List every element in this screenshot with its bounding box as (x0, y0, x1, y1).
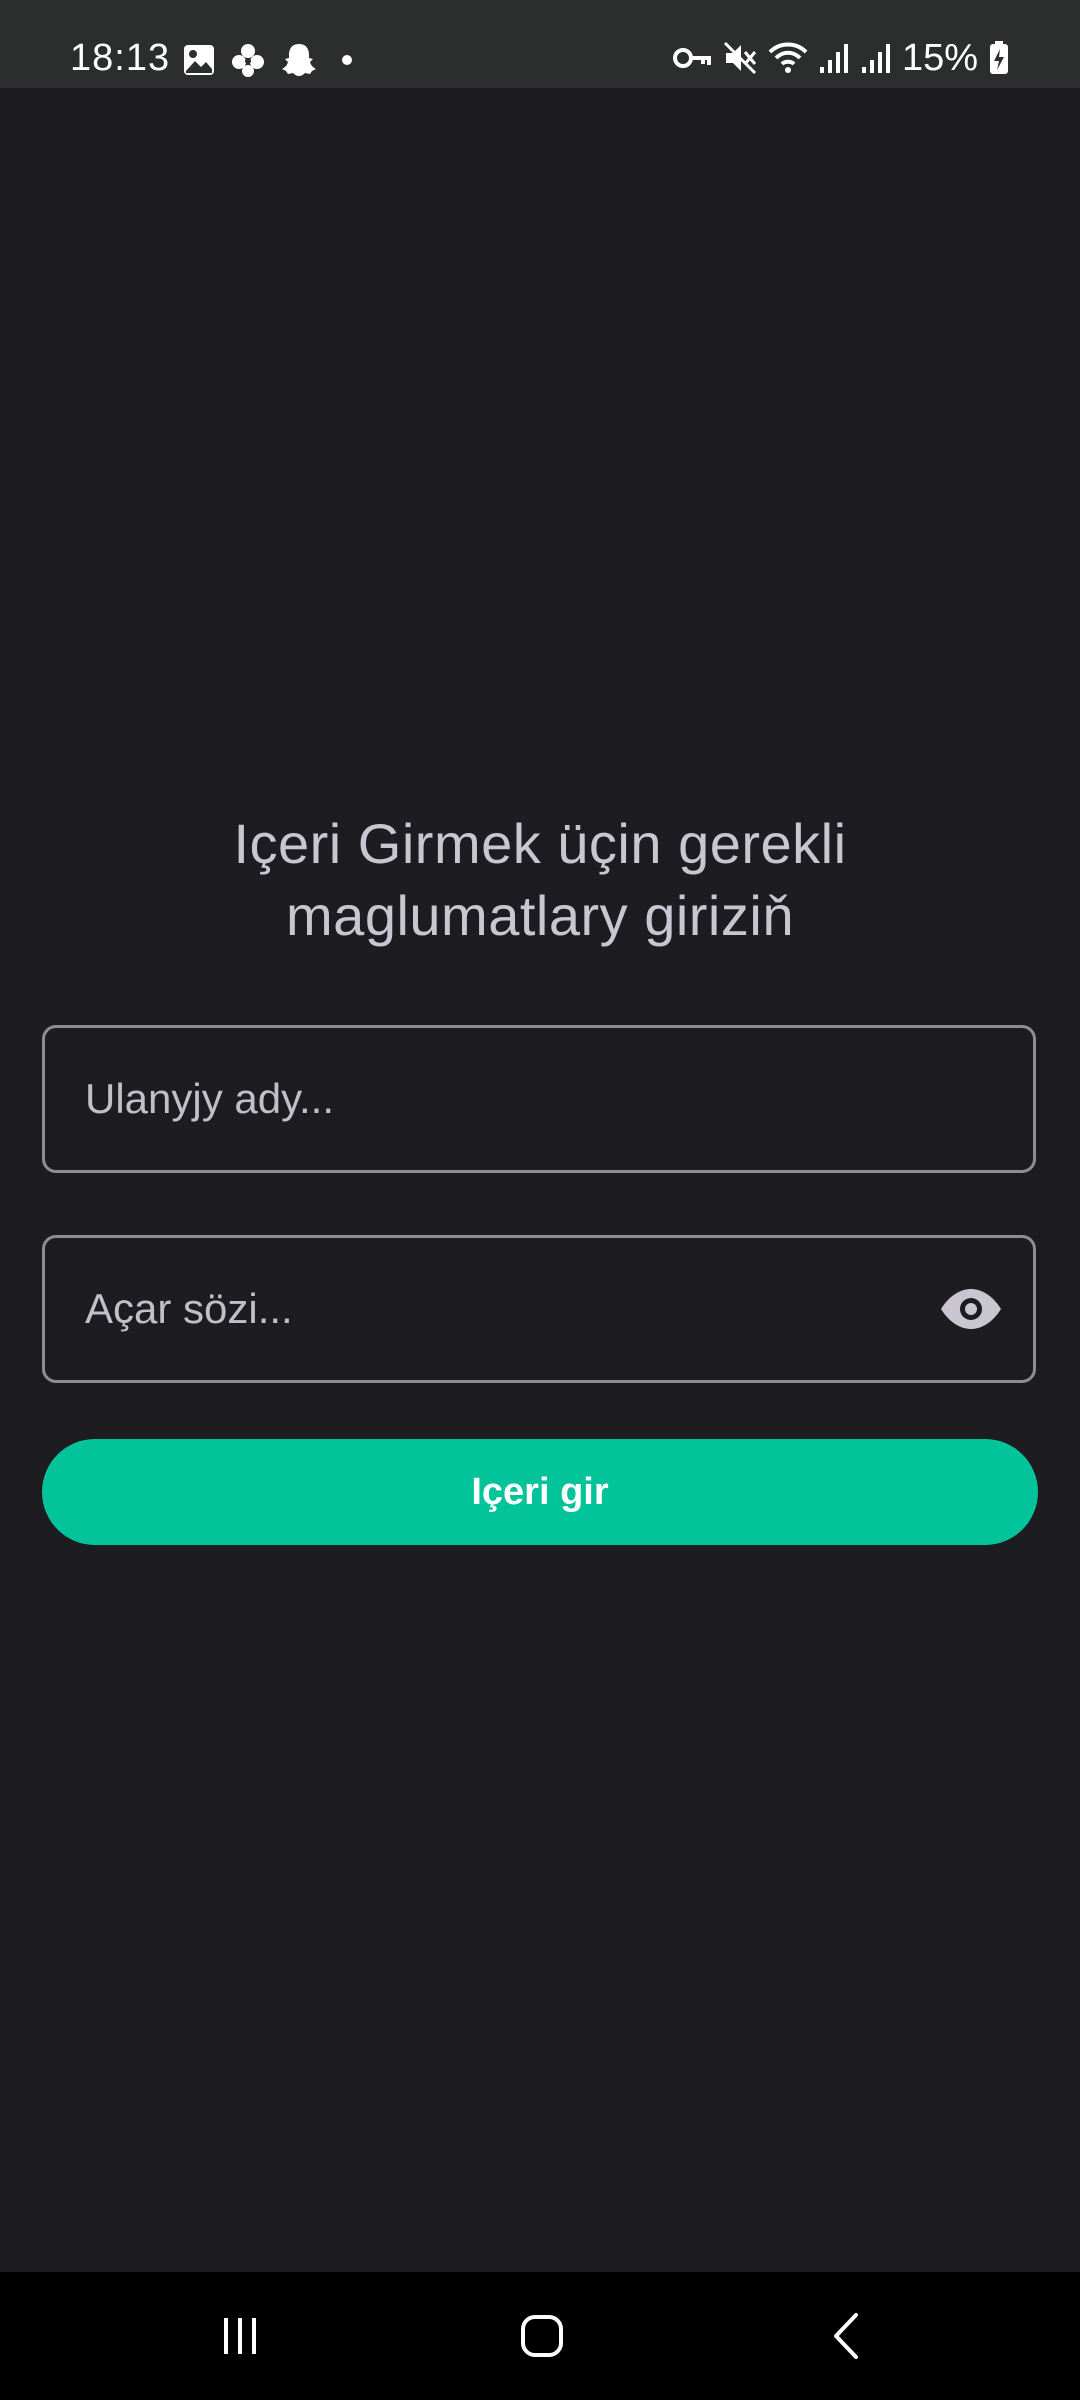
recents-icon (218, 2314, 262, 2358)
pinwheel-icon (230, 42, 266, 78)
signal-icon (818, 41, 850, 75)
gallery-icon (182, 43, 216, 77)
home-button[interactable] (502, 2302, 582, 2370)
battery-percentage: 15% (901, 37, 978, 79)
back-icon (828, 2311, 864, 2361)
password-input[interactable] (45, 1238, 939, 1380)
username-field[interactable] (42, 1025, 1036, 1173)
recents-button[interactable] (200, 2302, 280, 2370)
login-button[interactable]: Içeri gir (42, 1439, 1038, 1545)
dot-icon (332, 43, 362, 77)
status-notification-icons (182, 40, 362, 80)
back-button[interactable] (806, 2302, 886, 2370)
key-icon (672, 43, 712, 73)
password-field[interactable] (42, 1235, 1036, 1383)
signal-icon (860, 41, 892, 75)
status-bar: 18:13 15% (0, 0, 1080, 88)
login-screen: 18:13 15% Içeri Girmek üçin gerekli magl… (0, 0, 1080, 2400)
username-input[interactable] (45, 1028, 1033, 1170)
eye-icon[interactable] (939, 1287, 1003, 1331)
battery-charging-icon (988, 40, 1010, 76)
mute-icon (722, 40, 758, 76)
navigation-bar (0, 2272, 1080, 2400)
page-title: Içeri Girmek üçin gerekli maglumatlary g… (233, 812, 847, 947)
snapchat-icon (280, 41, 318, 79)
home-icon (519, 2313, 565, 2359)
wifi-icon (768, 40, 808, 76)
status-system-icons: 15% (672, 36, 1010, 80)
status-time: 18:13 (70, 37, 171, 79)
